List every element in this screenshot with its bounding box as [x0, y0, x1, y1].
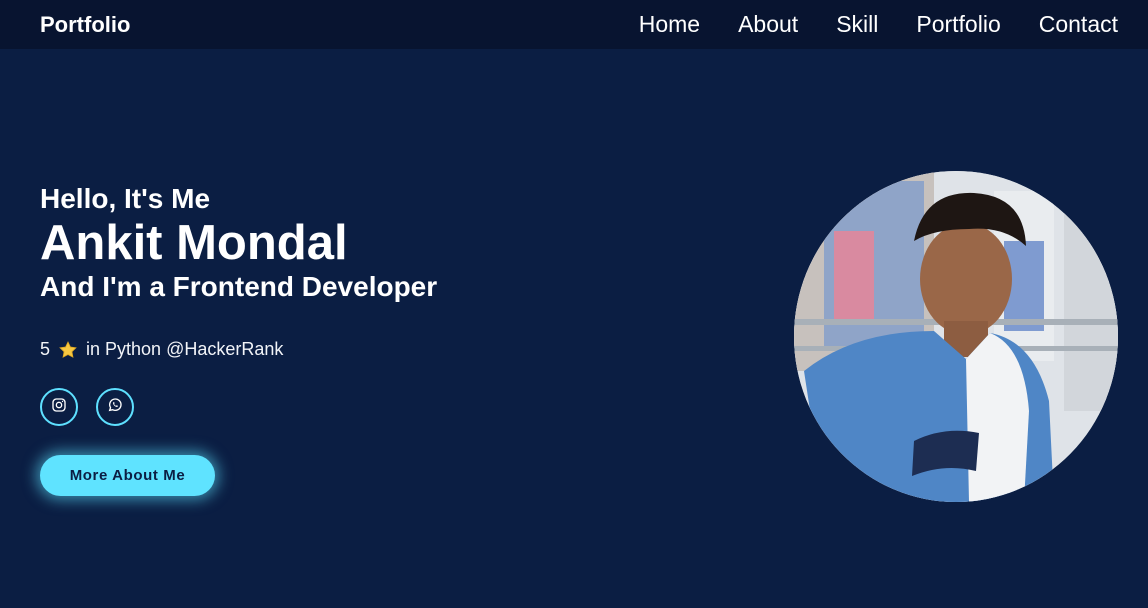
nav-links: Home About Skill Portfolio Contact — [601, 11, 1118, 38]
instagram-button[interactable] — [40, 388, 78, 426]
social-links — [40, 388, 134, 426]
hero-role: And I'm a Frontend Developer — [40, 271, 438, 302]
profile-photo — [794, 171, 1118, 502]
whatsapp-button[interactable] — [96, 388, 134, 426]
rank-text: in Python @HackerRank — [86, 339, 284, 359]
logo[interactable]: Portfolio — [40, 12, 130, 38]
rank-line: 5 in Python @HackerRank — [40, 339, 283, 360]
nav-about[interactable]: About — [738, 11, 798, 38]
hero-name: Ankit Mondal — [40, 216, 348, 270]
whatsapp-icon — [107, 397, 123, 418]
nav-contact[interactable]: Contact — [1039, 11, 1118, 38]
star-icon — [58, 340, 78, 360]
rank-count: 5 — [40, 339, 51, 359]
nav-home[interactable]: Home — [639, 11, 700, 38]
more-about-me-button[interactable]: More About Me — [40, 455, 215, 496]
hero-text: Hello, It's Me Ankit Mondal And I'm a Fr… — [40, 182, 437, 304]
navbar: Portfolio Home About Skill Portfolio Con… — [0, 0, 1148, 49]
greeting: Hello, It's Me — [40, 183, 211, 214]
instagram-icon — [51, 397, 67, 418]
nav-portfolio[interactable]: Portfolio — [916, 11, 1000, 38]
hero-section: Hello, It's Me Ankit Mondal And I'm a Fr… — [0, 49, 1148, 608]
nav-skill[interactable]: Skill — [836, 11, 878, 38]
